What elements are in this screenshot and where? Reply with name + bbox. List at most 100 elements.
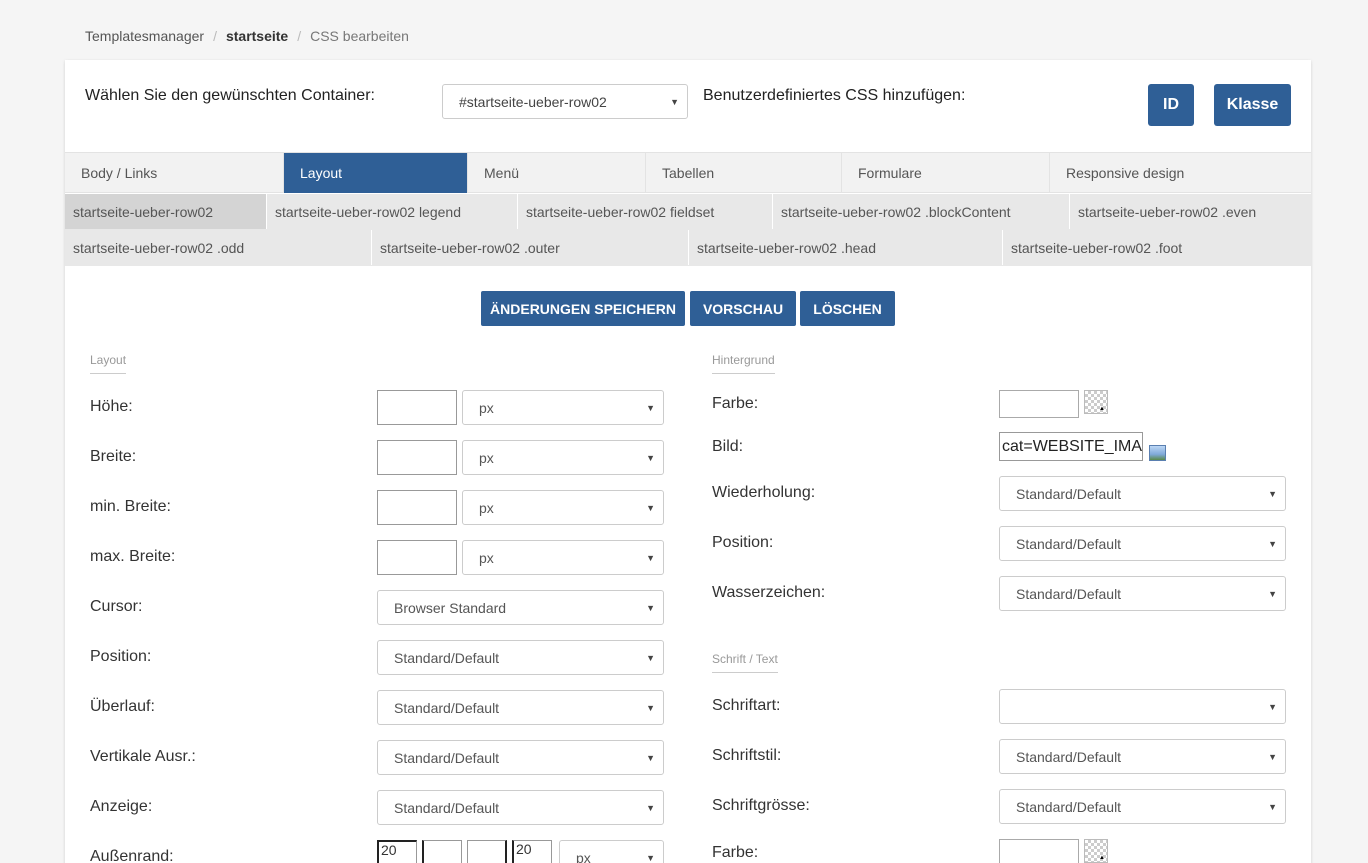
font-family-label: Schriftart:	[712, 697, 781, 714]
font-color-label: Farbe:	[712, 844, 759, 861]
subtab-fieldset[interactable]: startseite-ueber-row02 fieldset	[518, 194, 773, 229]
overflow-select-value: Standard/Default	[394, 699, 500, 716]
height-label: Höhe:	[90, 398, 133, 415]
subtab-blockcontent[interactable]: startseite-ueber-row02 .blockContent	[773, 194, 1070, 229]
max-width-label: max. Breite:	[90, 548, 176, 565]
color-picker-icon[interactable]: ▲	[1084, 839, 1108, 863]
tab-body-links[interactable]: Body / Links	[65, 153, 284, 193]
cursor-select-value: Browser Standard	[394, 599, 507, 616]
min-width-unit-value: px	[479, 499, 494, 516]
custom-css-label: Benutzerdefiniertes CSS hinzufügen:	[703, 87, 966, 104]
tab-layout[interactable]: Layout	[284, 153, 468, 193]
width-input[interactable]	[377, 440, 457, 475]
font-family-select[interactable]: ▼	[999, 689, 1286, 724]
font-color-input[interactable]	[999, 839, 1079, 863]
chevron-down-icon: ▼	[646, 552, 655, 563]
font-style-label: Schriftstil:	[712, 747, 782, 764]
bg-position-label: Position:	[712, 534, 774, 551]
container-select-value: #startseite-ueber-row02	[459, 93, 607, 110]
delete-button[interactable]: LÖSCHEN	[800, 291, 895, 326]
display-select-value: Standard/Default	[394, 799, 500, 816]
container-toolbar: Wählen Sie den gewünschten Container: #s…	[65, 60, 1311, 152]
subtab-outer[interactable]: startseite-ueber-row02 .outer	[372, 230, 689, 265]
height-unit-select[interactable]: px ▼	[462, 390, 664, 425]
margin-bottom-input[interactable]	[467, 840, 507, 863]
margin-right-input[interactable]	[422, 840, 462, 863]
breadcrumb-separator: /	[297, 28, 302, 44]
min-width-unit-select[interactable]: px ▼	[462, 490, 664, 525]
cursor-label: Cursor:	[90, 598, 143, 615]
height-unit-value: px	[479, 399, 494, 416]
font-size-select[interactable]: Standard/Default ▼	[999, 789, 1286, 824]
tab-bar: Body / Links Layout Menü Tabellen Formul…	[65, 152, 1311, 193]
chevron-down-icon: ▼	[646, 402, 655, 413]
chevron-down-icon: ▼	[1268, 538, 1277, 549]
bg-repeat-label: Wiederholung:	[712, 484, 816, 501]
font-style-select-value: Standard/Default	[1016, 748, 1122, 765]
section-title-layout: Layout	[90, 353, 127, 374]
breadcrumb-templatesmanager[interactable]: Templatesmanager	[85, 28, 204, 44]
display-select[interactable]: Standard/Default ▼	[377, 790, 664, 825]
save-changes-button[interactable]: ÄNDERUNGEN SPEICHERN	[481, 291, 685, 326]
subtab-row02[interactable]: startseite-ueber-row02	[65, 194, 267, 229]
max-width-unit-select[interactable]: px ▼	[462, 540, 664, 575]
chevron-down-icon: ▼	[1268, 701, 1277, 712]
tab-forms[interactable]: Formulare	[842, 153, 1050, 193]
class-button[interactable]: Klasse	[1214, 84, 1291, 126]
bg-color-input[interactable]	[999, 390, 1079, 418]
chevron-down-icon: ▼	[1268, 588, 1277, 599]
breadcrumb-current: CSS bearbeiten	[310, 28, 409, 44]
tab-responsive[interactable]: Responsive design	[1050, 153, 1311, 193]
chevron-down-icon: ▼	[646, 452, 655, 463]
subtab-odd[interactable]: startseite-ueber-row02 .odd	[65, 230, 372, 265]
margin-top-input[interactable]: 20	[377, 840, 417, 863]
font-style-select[interactable]: Standard/Default ▼	[999, 739, 1286, 774]
width-label: Breite:	[90, 448, 137, 465]
bg-image-input[interactable]: cat=WEBSITE_IMAG	[999, 432, 1143, 461]
chevron-down-icon: ▼	[646, 802, 655, 813]
preview-button[interactable]: VORSCHAU	[690, 291, 796, 326]
bg-repeat-select[interactable]: Standard/Default ▼	[999, 476, 1286, 511]
margin-unit-select[interactable]: px ▼	[559, 840, 664, 863]
position-label: Position:	[90, 648, 152, 665]
position-select[interactable]: Standard/Default ▼	[377, 640, 664, 675]
color-picker-icon[interactable]: ▲	[1084, 390, 1108, 414]
subtab-foot[interactable]: startseite-ueber-row02 .foot	[1003, 230, 1311, 265]
vertical-align-select[interactable]: Standard/Default ▼	[377, 740, 664, 775]
breadcrumb: Templatesmanager / startseite / CSS bear…	[85, 28, 409, 44]
subtab-head[interactable]: startseite-ueber-row02 .head	[689, 230, 1003, 265]
tab-tables[interactable]: Tabellen	[646, 153, 842, 193]
subtab-row-1: startseite-ueber-row02 startseite-ueber-…	[65, 194, 1311, 230]
bg-position-select[interactable]: Standard/Default ▼	[999, 526, 1286, 561]
overflow-label: Überlauf:	[90, 698, 155, 715]
container-select[interactable]: #startseite-ueber-row02 ▼	[442, 84, 688, 119]
width-unit-select[interactable]: px ▼	[462, 440, 664, 475]
max-width-input[interactable]	[377, 540, 457, 575]
vertical-align-select-value: Standard/Default	[394, 749, 500, 766]
cursor-select[interactable]: Browser Standard ▼	[377, 590, 664, 625]
id-button[interactable]: ID	[1148, 84, 1194, 126]
margin-left-input[interactable]: 20	[512, 840, 552, 863]
container-label: Wählen Sie den gewünschten Container:	[85, 87, 375, 104]
bg-repeat-select-value: Standard/Default	[1016, 485, 1122, 502]
min-width-input[interactable]	[377, 490, 457, 525]
section-title-background: Hintergrund	[712, 353, 775, 374]
chevron-down-icon: ▼	[1268, 801, 1277, 812]
min-width-label: min. Breite:	[90, 498, 171, 515]
display-label: Anzeige:	[90, 798, 153, 815]
height-input[interactable]	[377, 390, 457, 425]
tab-menu[interactable]: Menü	[468, 153, 646, 193]
margin-unit-value: px	[576, 849, 591, 863]
overflow-select[interactable]: Standard/Default ▼	[377, 690, 664, 725]
chevron-down-icon: ▼	[646, 852, 655, 863]
bg-image-label: Bild:	[712, 438, 744, 455]
position-select-value: Standard/Default	[394, 649, 500, 666]
subtab-legend[interactable]: startseite-ueber-row02 legend	[267, 194, 518, 229]
breadcrumb-startseite[interactable]: startseite	[226, 28, 288, 44]
subtab-row-2: startseite-ueber-row02 .odd startseite-u…	[65, 230, 1311, 266]
subtab-even[interactable]: startseite-ueber-row02 .even	[1070, 194, 1311, 229]
watermark-select[interactable]: Standard/Default ▼	[999, 576, 1286, 611]
chevron-down-icon: ▼	[646, 502, 655, 513]
image-picker-icon[interactable]	[1149, 445, 1166, 461]
font-size-select-value: Standard/Default	[1016, 798, 1122, 815]
